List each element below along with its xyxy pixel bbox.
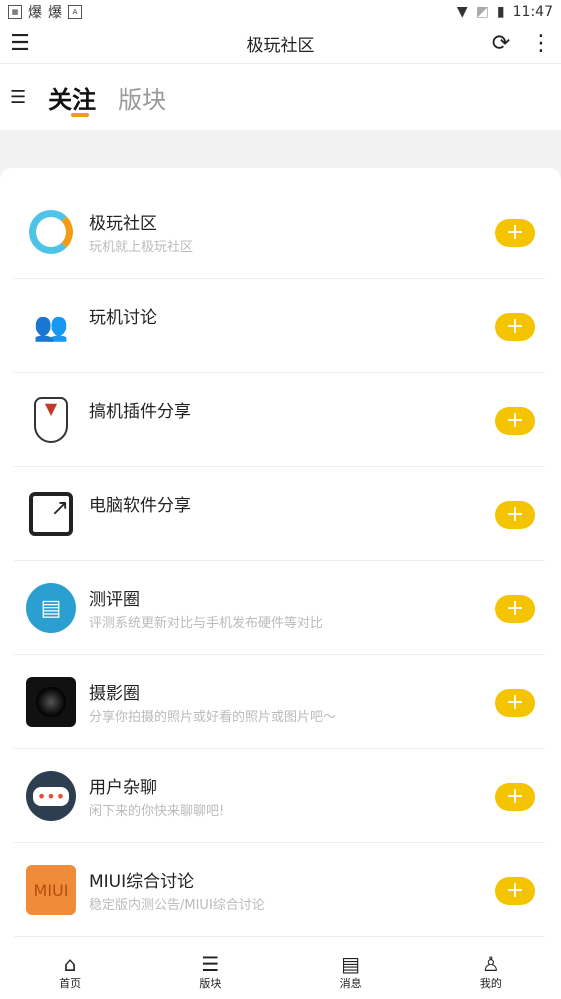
forum-name: 用户杂聊 xyxy=(89,778,157,798)
forum-desc: 闲下来的你快来聊聊吧! xyxy=(89,804,225,819)
forum-desc: 分享你拍摄的照片或好看的照片或图片吧～ xyxy=(89,710,337,725)
notification-icon: 爆 xyxy=(48,5,62,21)
forum-name: 电脑软件分享 xyxy=(89,496,191,516)
g-logo-icon xyxy=(26,207,76,257)
follow-button[interactable]: + xyxy=(495,501,535,529)
follow-button[interactable]: + xyxy=(495,219,535,247)
refresh-icon[interactable]: ⟳ xyxy=(481,24,521,64)
follow-button[interactable]: + xyxy=(495,877,535,905)
sort-icon[interactable]: ☰ xyxy=(10,87,26,108)
menu-icon[interactable]: ☰ xyxy=(0,24,40,64)
forum-name: 搞机插件分享 xyxy=(89,402,191,422)
forum-row[interactable]: 极玩社区 玩机就上极玩社区 + xyxy=(14,185,545,279)
clipboard-icon: ▤ xyxy=(341,952,361,976)
bottom-nav: ⌂ 首页 ☰ 版块 ▤ 消息 ♙ 我的 xyxy=(0,945,561,999)
people-icon: 👥 xyxy=(33,309,69,343)
forum-name: 玩机讨论 xyxy=(89,308,157,328)
forum-name: 极玩社区 xyxy=(89,214,157,234)
wifi-icon: ▼ xyxy=(456,4,468,20)
status-bar: ▦ 爆爆 A ▼ ◩ ▮ 11:47 xyxy=(0,0,561,24)
nav-label: 消息 xyxy=(339,977,362,990)
forum-desc: 玩机就上极玩社区 xyxy=(89,240,194,255)
forum-name: 摄影圈 xyxy=(89,684,140,704)
miui-icon: MIUI xyxy=(26,865,76,915)
mask-icon: ▼ xyxy=(26,395,76,445)
tab-sections[interactable]: 版块 xyxy=(118,80,166,115)
notification-icon: 爆 xyxy=(28,5,42,21)
nav-label: 我的 xyxy=(479,977,502,990)
follow-button[interactable]: + xyxy=(495,595,535,623)
nav-label: 首页 xyxy=(59,977,82,990)
a-icon: A xyxy=(68,5,82,19)
forum-row[interactable]: ↗ 电脑软件分享 + xyxy=(14,467,545,561)
follow-button[interactable]: + xyxy=(495,689,535,717)
nav-item[interactable]: ▤ 消息 xyxy=(281,945,421,999)
follow-button[interactable]: + xyxy=(495,407,535,435)
tab-indicator xyxy=(71,113,89,117)
forum-row[interactable]: 摄影圈 分享你拍摄的照片或好看的照片或图片吧～ + xyxy=(14,655,545,749)
camera-lens-icon xyxy=(26,677,76,727)
home-icon: ⌂ xyxy=(63,952,77,976)
nav-item[interactable]: ⌂ 首页 xyxy=(0,945,140,999)
tab-follow[interactable]: 关注 xyxy=(48,80,96,115)
forum-row[interactable]: ▤ 测评圈 评测系统更新对比与手机发布硬件等对比 + xyxy=(14,561,545,655)
nav-item[interactable]: ☰ 版块 xyxy=(140,945,280,999)
share-icon: ↗ xyxy=(26,489,76,539)
app-notification-icon: ▦ xyxy=(8,5,22,19)
page-title: 极玩社区 xyxy=(246,36,315,56)
battery-icon: ▮ xyxy=(496,4,505,20)
more-icon[interactable]: ⋮ xyxy=(521,24,561,64)
forum-desc: 评测系统更新对比与手机发布硬件等对比 xyxy=(89,616,324,631)
clock: 11:47 xyxy=(512,4,553,20)
chat-icon: ••• xyxy=(26,771,76,821)
nav-item[interactable]: ♙ 我的 xyxy=(421,945,561,999)
app-bar: ☰ 极玩社区 ⟳ ⋮ xyxy=(0,24,561,64)
forum-name: 测评圈 xyxy=(89,590,140,610)
tab-bar: ☰ 关注 版块 xyxy=(0,64,561,130)
user-icon: ♙ xyxy=(481,952,500,976)
follow-button[interactable]: + xyxy=(495,783,535,811)
forum-name: MIUI综合讨论 xyxy=(89,872,195,892)
forum-row[interactable]: 👥 玩机讨论 + xyxy=(14,279,545,373)
no-sim-icon: ◩ xyxy=(475,4,489,20)
list-icon: ☰ xyxy=(201,952,220,976)
forum-row[interactable]: MIUI MIUI综合讨论 稳定版内测公告/MIUI综合讨论 + xyxy=(14,843,545,937)
forum-desc: 稳定版内测公告/MIUI综合讨论 xyxy=(89,898,265,913)
nav-label: 版块 xyxy=(199,977,222,990)
follow-button[interactable]: + xyxy=(495,313,535,341)
forum-list: 极玩社区 玩机就上极玩社区 + 👥 玩机讨论 + ▼ 搞机插件分享 + ↗ 电脑软件分… xyxy=(0,168,561,945)
forum-row[interactable]: ••• 用户杂聊 闲下来的你快来聊聊吧! + xyxy=(14,749,545,843)
forum-row[interactable]: ▼ 搞机插件分享 + xyxy=(14,373,545,467)
document-icon: ▤ xyxy=(26,583,76,633)
